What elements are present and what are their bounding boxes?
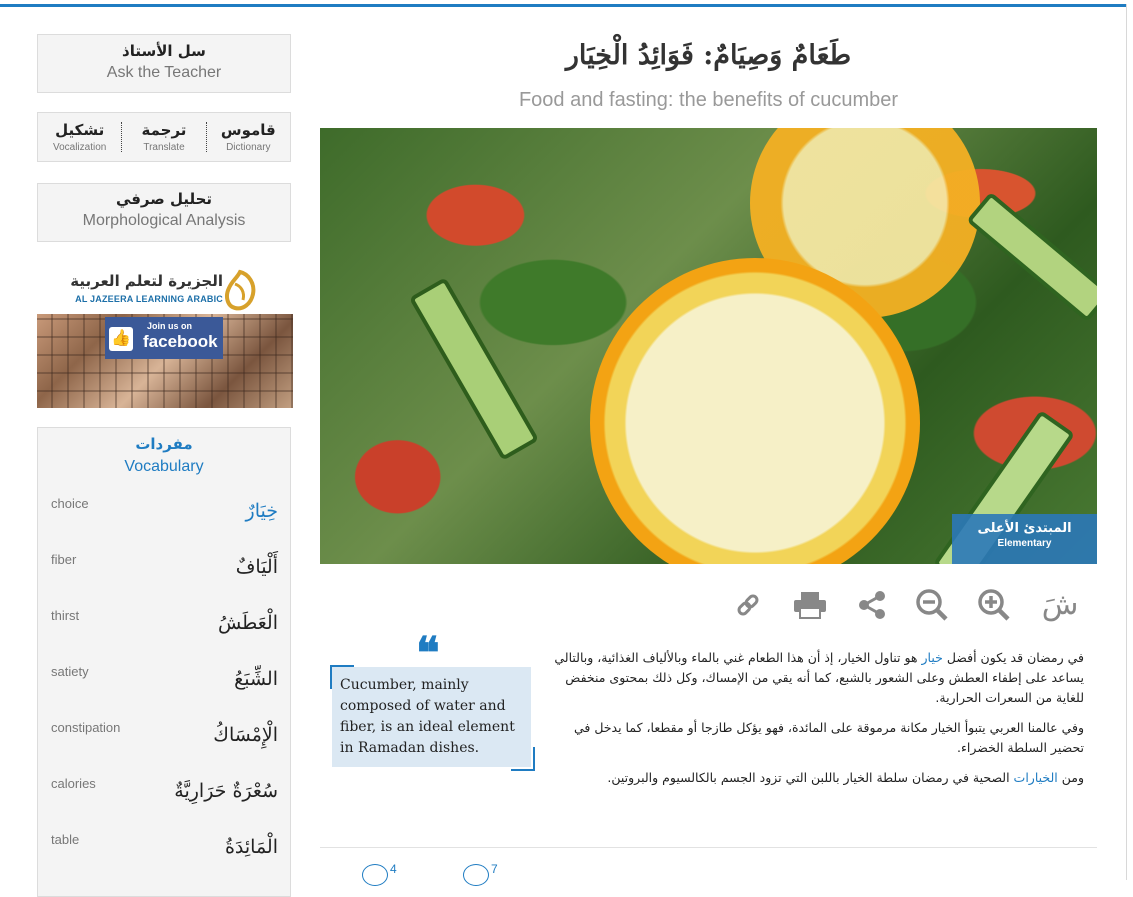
vocab-english: choice — [51, 496, 89, 511]
vocab-item: choice خِيَارٌ — [38, 496, 290, 552]
vocab-arabic: أَلْيَافٌ — [235, 556, 278, 578]
comment-count: 7 — [491, 862, 498, 876]
article-body: في رمضان قد يكون أفضل خيار هو تناول الخي… — [543, 648, 1084, 798]
aljazeera-brand-en: AL JAZEERA LEARNING ARABIC — [75, 294, 223, 304]
facebook-label: facebook — [143, 332, 218, 351]
vocab-item: satiety الشِّبَعُ — [38, 664, 290, 720]
vocab-english: fiber — [51, 552, 77, 567]
ask-teacher-box[interactable]: سل الأستاذ Ask the Teacher — [37, 34, 291, 93]
translate-ar: ترجمة — [141, 121, 187, 139]
paragraph-2: وفي عالمنا العربي يتبوأ الخيار مكانة مرم… — [573, 720, 1084, 755]
vocalization-ar: تشكيل — [55, 121, 105, 139]
article-subtitle: Food and fasting: the benefits of cucumb… — [518, 89, 899, 111]
paragraph-1: في رمضان قد يكون أفضل خيار هو تناول الخي… — [543, 648, 1084, 708]
vocalization-button[interactable]: تشكيل Vocalization — [38, 121, 121, 153]
vocabulary-box: مفردات Vocabulary choice خِيَارٌ fiber أ… — [37, 427, 291, 897]
zoom-in-icon[interactable] — [972, 583, 1016, 627]
right-divider — [1126, 4, 1127, 880]
vocab-arabic: الشِّبَعُ — [234, 668, 278, 690]
hero-image — [320, 128, 1097, 564]
vocab-link[interactable]: خيار — [922, 650, 943, 665]
translate-en: Translate — [143, 142, 185, 153]
vocab-arabic: الْمَائِدَةُ — [224, 836, 278, 858]
article-title: طَعَامٌ وَصِيَامٌ: فَوَائِدُ الْخِيَار — [565, 40, 852, 71]
dictionary-button[interactable]: قاموس Dictionary — [207, 121, 290, 153]
vocab-item: thirst الْعَطَشُ — [38, 608, 290, 664]
vocab-item: constipation الْإِمْسَاكُ — [38, 720, 290, 776]
pull-quote: Cucumber, mainly composed of water and f… — [332, 667, 531, 767]
vocab-arabic: الْعَطَشُ — [217, 612, 278, 634]
vocab-title-en: Vocabulary — [124, 458, 204, 475]
text-run: ومن — [1057, 770, 1084, 785]
vocab-title-ar: مفردات — [135, 435, 193, 453]
morph-en: Morphological Analysis — [82, 212, 246, 229]
quote-corner — [511, 747, 535, 771]
vocalization-en: Vocalization — [52, 142, 107, 153]
cucumber-slice — [966, 191, 1097, 323]
vocab-arabic: سُعْرَةٌ حَرَارِيَّةٌ — [174, 780, 278, 802]
ask-teacher-en: Ask the Teacher — [106, 64, 222, 81]
text-run: الصحية في رمضان سلطة الخيار باللبن التي … — [607, 770, 1014, 785]
top-accent-bar — [0, 4, 1126, 7]
vocab-item: fiber أَلْيَافٌ — [38, 552, 290, 608]
facebook-banner[interactable]: الجزيرة لتعلم العربية AL JAZEERA LEARNIN… — [37, 264, 293, 408]
vocab-english: calories — [51, 776, 96, 791]
link-icon[interactable] — [726, 583, 770, 627]
dictionary-ar: قاموس — [220, 121, 276, 139]
vocab-link[interactable]: الخيارات — [1014, 770, 1058, 785]
share-icon[interactable] — [850, 583, 894, 627]
vocab-item: calories سُعْرَةٌ حَرَارِيَّةٌ — [38, 776, 290, 832]
paragraph-3: ومن الخيارات الصحية في رمضان سلطة الخيار… — [543, 768, 1084, 788]
morph-ar: تحليل صرفي — [115, 190, 213, 208]
aljazeera-logo-icon — [225, 269, 256, 311]
article-toolbar: شَ — [720, 583, 1090, 627]
vocab-arabic: الْإِمْسَاكُ — [213, 724, 278, 746]
vocab-arabic-link[interactable]: خِيَارٌ — [246, 500, 278, 522]
level-ar: المبتدئ الأعلى — [977, 521, 1072, 536]
tools-box: قاموس Dictionary ترجمة Translate تشكيل V… — [37, 112, 291, 162]
vocab-english: thirst — [51, 608, 80, 623]
vocab-english: satiety — [51, 664, 89, 679]
comment-bubble-icon[interactable] — [463, 864, 489, 886]
level-badge: المبتدئ الأعلى Elementary — [952, 514, 1097, 564]
footer-divider — [320, 847, 1097, 848]
comment-count: 4 — [390, 862, 397, 876]
dictionary-en: Dictionary — [226, 142, 271, 153]
ask-teacher-ar: سل الأستاذ — [122, 42, 206, 60]
like-thumb-icon: 👍 — [109, 327, 133, 351]
vocalization-toggle-icon[interactable]: شَ — [1038, 583, 1082, 627]
zoom-out-icon[interactable] — [910, 583, 954, 627]
vocab-english: constipation — [51, 720, 121, 735]
text-run: في رمضان قد يكون أفضل — [942, 650, 1084, 665]
cucumber-slice — [408, 277, 540, 461]
morphological-analysis-box[interactable]: تحليل صرفي Morphological Analysis — [37, 183, 291, 242]
comment-bubble-icon[interactable] — [362, 864, 388, 886]
print-icon[interactable] — [788, 583, 832, 627]
aljazeera-brand-ar: الجزيرة لتعلم العربية — [70, 272, 223, 290]
join-us-label: Join us on — [147, 321, 192, 331]
vocab-english: table — [51, 832, 80, 847]
level-en: Elementary — [997, 538, 1052, 549]
translate-button[interactable]: ترجمة Translate — [122, 121, 205, 153]
